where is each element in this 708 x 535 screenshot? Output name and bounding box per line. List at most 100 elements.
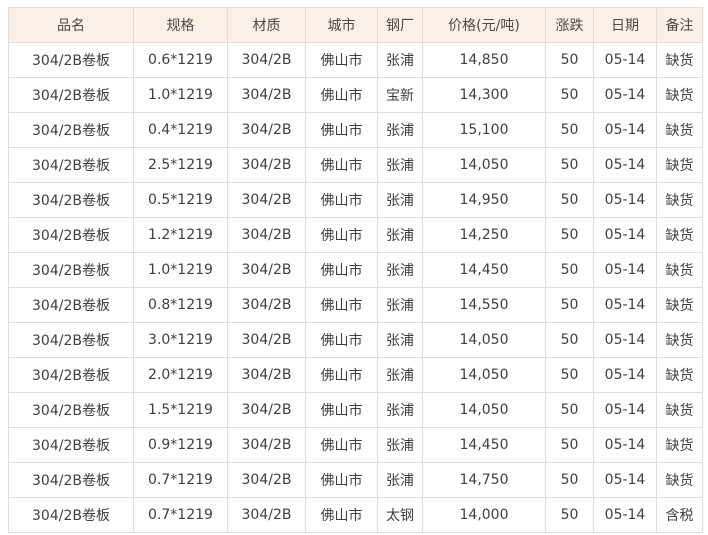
cell-note: 缺货: [656, 252, 703, 288]
cell-product-name: 304/2B卷板: [8, 462, 134, 498]
cell-date: 05-14: [593, 357, 657, 393]
cell-product-name: 304/2B卷板: [8, 217, 134, 253]
cell-city: 佛山市: [305, 112, 378, 148]
header-date: 日期: [593, 7, 657, 43]
cell-date: 05-14: [593, 462, 657, 498]
cell-spec: 3.0*1219: [133, 322, 228, 358]
cell-steel-mill: 张浦: [377, 427, 423, 463]
cell-note: 缺货: [656, 462, 703, 498]
cell-spec: 0.7*1219: [133, 497, 228, 533]
header-product-name: 品名: [8, 7, 134, 43]
cell-steel-mill: 宝新: [377, 77, 423, 113]
cell-price: 14,300: [422, 77, 546, 113]
table-row: 304/2B卷板 0.7*1219 304/2B 佛山市 张浦 14,750 50 05-14…: [8, 462, 703, 498]
table-row: 304/2B卷板 2.0*1219 304/2B 佛山市 张浦 14,050 50 05-14…: [8, 357, 703, 393]
cell-change: 50: [545, 112, 594, 148]
cell-city: 佛山市: [305, 427, 378, 463]
cell-material: 304/2B: [227, 42, 306, 78]
cell-note: 缺货: [656, 77, 703, 113]
cell-change: 50: [545, 462, 594, 498]
cell-city: 佛山市: [305, 42, 378, 78]
cell-date: 05-14: [593, 322, 657, 358]
cell-date: 05-14: [593, 427, 657, 463]
cell-spec: 1.0*1219: [133, 77, 228, 113]
cell-change: 50: [545, 322, 594, 358]
cell-city: 佛山市: [305, 357, 378, 393]
table-row: 304/2B卷板 0.6*1219 304/2B 佛山市 张浦 14,850 50 05-14…: [8, 42, 703, 78]
cell-steel-mill: 张浦: [377, 252, 423, 288]
table-row: 304/2B卷板 3.0*1219 304/2B 佛山市 张浦 14,050 50 05-14…: [8, 322, 703, 358]
cell-spec: 1.5*1219: [133, 392, 228, 428]
cell-product-name: 304/2B卷板: [8, 427, 134, 463]
cell-material: 304/2B: [227, 147, 306, 183]
cell-steel-mill: 张浦: [377, 147, 423, 183]
cell-product-name: 304/2B卷板: [8, 322, 134, 358]
cell-price: 15,100: [422, 112, 546, 148]
cell-steel-mill: 张浦: [377, 462, 423, 498]
cell-product-name: 304/2B卷板: [8, 287, 134, 323]
cell-spec: 0.4*1219: [133, 112, 228, 148]
table-row: 304/2B卷板 1.5*1219 304/2B 佛山市 张浦 14,050 50 05-14…: [8, 392, 703, 428]
price-table: 品名 规格 材质 城市 钢厂 价格(元/吨) 涨跌 日期 备注 304/2B卷板…: [8, 7, 703, 533]
table-row: 304/2B卷板 1.0*1219 304/2B 佛山市 张浦 14,450 50 05-14…: [8, 252, 703, 288]
cell-price: 14,000: [422, 497, 546, 533]
cell-change: 50: [545, 357, 594, 393]
cell-city: 佛山市: [305, 462, 378, 498]
table-row: 304/2B卷板 0.5*1219 304/2B 佛山市 张浦 14,950 50 05-14…: [8, 182, 703, 218]
cell-date: 05-14: [593, 287, 657, 323]
cell-change: 50: [545, 497, 594, 533]
cell-material: 304/2B: [227, 462, 306, 498]
cell-date: 05-14: [593, 112, 657, 148]
cell-city: 佛山市: [305, 182, 378, 218]
cell-price: 14,950: [422, 182, 546, 218]
cell-product-name: 304/2B卷板: [8, 392, 134, 428]
cell-spec: 1.0*1219: [133, 252, 228, 288]
cell-product-name: 304/2B卷板: [8, 147, 134, 183]
cell-note: 缺货: [656, 182, 703, 218]
cell-spec: 0.8*1219: [133, 287, 228, 323]
header-city: 城市: [305, 7, 378, 43]
cell-price: 14,050: [422, 147, 546, 183]
cell-price: 14,050: [422, 392, 546, 428]
cell-city: 佛山市: [305, 252, 378, 288]
cell-price: 14,550: [422, 287, 546, 323]
cell-steel-mill: 张浦: [377, 217, 423, 253]
cell-price: 14,850: [422, 42, 546, 78]
cell-product-name: 304/2B卷板: [8, 42, 134, 78]
cell-material: 304/2B: [227, 357, 306, 393]
cell-material: 304/2B: [227, 252, 306, 288]
cell-steel-mill: 张浦: [377, 322, 423, 358]
cell-material: 304/2B: [227, 287, 306, 323]
table-row: 304/2B卷板 0.9*1219 304/2B 佛山市 张浦 14,450 50 05-14…: [8, 427, 703, 463]
cell-note: 缺货: [656, 322, 703, 358]
table-row: 304/2B卷板 1.0*1219 304/2B 佛山市 宝新 14,300 50 05-14…: [8, 77, 703, 113]
cell-note: 缺货: [656, 112, 703, 148]
cell-steel-mill: 太钢: [377, 497, 423, 533]
cell-note: 缺货: [656, 427, 703, 463]
cell-spec: 0.7*1219: [133, 462, 228, 498]
table-row: 304/2B卷板 0.7*1219 304/2B 佛山市 太钢 14,000 50 05-14…: [8, 497, 703, 533]
cell-city: 佛山市: [305, 322, 378, 358]
cell-product-name: 304/2B卷板: [8, 77, 134, 113]
cell-product-name: 304/2B卷板: [8, 182, 134, 218]
cell-steel-mill: 张浦: [377, 42, 423, 78]
cell-product-name: 304/2B卷板: [8, 497, 134, 533]
cell-spec: 0.6*1219: [133, 42, 228, 78]
cell-price: 14,050: [422, 322, 546, 358]
cell-steel-mill: 张浦: [377, 287, 423, 323]
cell-steel-mill: 张浦: [377, 182, 423, 218]
table-body: 304/2B卷板 0.6*1219 304/2B 佛山市 张浦 14,850 50 05-14…: [8, 42, 703, 533]
cell-city: 佛山市: [305, 392, 378, 428]
table-row: 304/2B卷板 0.4*1219 304/2B 佛山市 张浦 15,100 50 05-14…: [8, 112, 703, 148]
cell-material: 304/2B: [227, 392, 306, 428]
cell-spec: 2.5*1219: [133, 147, 228, 183]
table-row: 304/2B卷板 0.8*1219 304/2B 佛山市 张浦 14,550 50 05-14…: [8, 287, 703, 323]
cell-spec: 2.0*1219: [133, 357, 228, 393]
header-material: 材质: [227, 7, 306, 43]
cell-note: 缺货: [656, 217, 703, 253]
header-change: 涨跌: [545, 7, 594, 43]
cell-city: 佛山市: [305, 287, 378, 323]
cell-note: 缺货: [656, 42, 703, 78]
cell-date: 05-14: [593, 182, 657, 218]
table-row: 304/2B卷板 1.2*1219 304/2B 佛山市 张浦 14,250 50 05-14…: [8, 217, 703, 253]
